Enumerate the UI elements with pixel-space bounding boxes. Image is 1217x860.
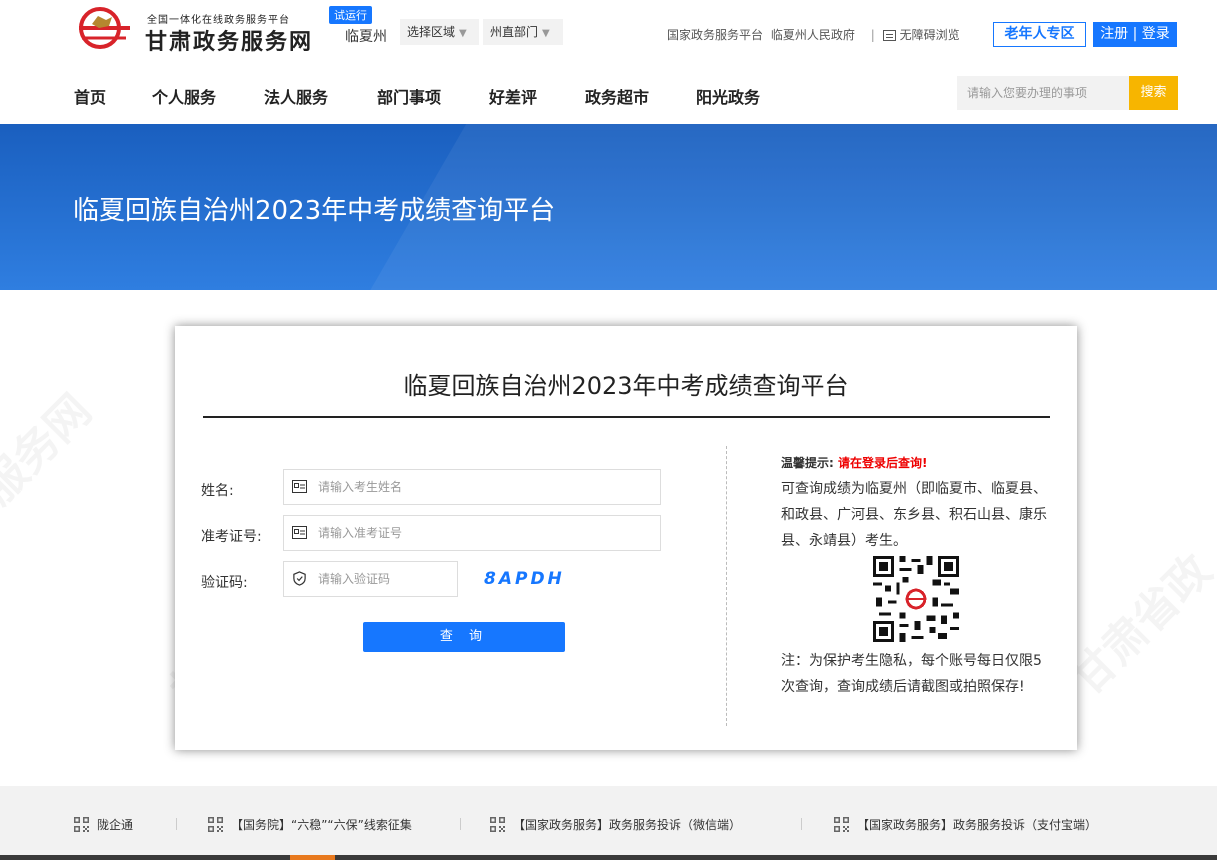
captcha-image[interactable]: 8APDH [484,569,565,589]
watermark: 甘肃省政 [1053,537,1217,707]
nav-item-home[interactable]: 首页 [74,84,106,108]
footer-link-six-stability[interactable]: 【国务院】“六稳”“六保”线索征集 [208,816,412,833]
footer-link-longqitong[interactable]: 陇企通 [74,816,133,833]
footer-link-complaint-alipay[interactable]: 【国家政务服务】政务服务投诉（支付宝端） [834,816,1097,833]
page-banner: 临夏回族自治州2023年中考成绩查询平台 [0,124,1217,290]
elder-zone-button[interactable]: 老年人专区 [993,22,1086,47]
name-input[interactable]: 请输入考生姓名 [283,469,661,505]
department-select[interactable]: 州直部门 ▼ [483,19,563,45]
national-platform-link[interactable]: 国家政务服务平台 [667,28,763,42]
qr-code-icon [834,817,849,832]
divider [176,818,177,830]
query-card: 临夏回族自治州2023年中考成绩查询平台 姓名: 请输入考生姓名 准考证号: 请… [175,326,1077,750]
footer-links: 陇企通 【国务院】“六稳”“六保”线索征集 【国家政务服务】政务服务投诉（微信端… [0,786,1217,860]
divider [801,818,802,830]
qr-code-icon [208,817,223,832]
ticket-number-input[interactable]: 请输入准考证号 [283,515,661,551]
footer-link-label: 【国家政务服务】政务服务投诉（微信端） [513,818,742,832]
department-select-label: 州直部门 [490,25,539,39]
tips-heading: 温馨提示: 请在登录后查询! [781,450,1051,476]
gansu-logo-icon[interactable] [74,6,134,52]
tips-body: 可查询成绩为临夏州（即临夏市、临夏县、和政县、广河县、东乡县、积石山县、康乐县、… [781,481,1047,549]
id-card-icon [292,526,307,539]
chevron-down-icon: ▼ [542,28,550,39]
bottom-accent [290,855,335,860]
nav-item-market[interactable]: 政务超市 [585,84,649,108]
name-placeholder: 请输入考生姓名 [318,480,403,494]
id-card-icon [292,480,307,493]
ticket-placeholder: 请输入准考证号 [318,526,403,540]
nav-item-evaluation[interactable]: 好差评 [489,84,537,108]
top-links: 国家政务服务平台 临夏州人民政府 | 无障碍浏览 [667,26,964,43]
name-label: 姓名: [201,483,234,499]
privacy-note: 注：为保护考生隐私，每个账号每日仅限5次查询，查询成绩后请截图或拍照保存! [781,653,1042,695]
footer-link-label: 【国家政务服务】政务服务投诉（支付宝端） [857,818,1098,832]
site-title[interactable]: 甘肃政务服务网 [145,24,313,56]
banner-title: 临夏回族自治州2023年中考成绩查询平台 [73,196,556,226]
watermark: 务服务网 [0,377,103,547]
footer-link-complaint-wechat[interactable]: 【国家政务服务】政务服务投诉（微信端） [490,816,741,833]
bottom-bar [0,855,1217,860]
search-input[interactable]: 请输入您要办理的事项 [957,76,1129,110]
login-warning: 请在登录后查询! [838,456,928,470]
region-select[interactable]: 选择区域 ▼ [400,19,479,45]
top-header: 全国一体化在线政务服务平台 甘肃政务服务网 试运行 临夏州 选择区域 ▼ 州直部门… [0,0,1217,124]
divider [460,818,461,830]
nav-item-corporate[interactable]: 法人服务 [264,84,328,108]
captcha-label: 验证码: [201,575,248,591]
search-button[interactable]: 搜索 [1129,76,1178,110]
accessible-browse-link[interactable]: 无障碍浏览 [900,28,960,42]
nav-item-personal[interactable]: 个人服务 [152,84,216,108]
title-divider [203,416,1050,418]
tips-head-label: 温馨提示: [781,456,834,470]
nav-item-transparency[interactable]: 阳光政务 [696,84,760,108]
qr-code-icon [74,817,89,832]
captcha-placeholder: 请输入验证码 [318,572,391,586]
footer-link-label: 【国务院】“六稳”“六保”线索征集 [231,818,412,832]
prefecture-gov-link[interactable]: 临夏州人民政府 [771,28,855,42]
tips-panel: 温馨提示: 请在登录后查询! 可查询成绩为临夏州（即临夏市、临夏县、和政县、广河… [781,450,1051,554]
register-login-button[interactable]: 注册 | 登录 [1093,22,1177,47]
region-select-label: 选择区域 [407,25,456,39]
nav-item-departments[interactable]: 部门事项 [377,84,441,108]
qr-code-icon [490,817,505,832]
card-title: 临夏回族自治州2023年中考成绩查询平台 [403,372,849,400]
qr-code-icon [873,556,959,642]
trial-badge: 试运行 [329,6,372,24]
current-city: 临夏州 [345,29,387,45]
footer-link-label: 陇企通 [97,818,134,832]
chevron-down-icon: ▼ [459,28,467,39]
divider: | [870,28,875,42]
accessibility-icon [882,30,896,41]
captcha-input[interactable]: 请输入验证码 [283,561,458,597]
shield-check-icon [293,571,306,586]
ticket-label: 准考证号: [201,529,262,545]
vertical-divider [726,446,727,726]
query-button[interactable]: 查 询 [363,622,565,652]
